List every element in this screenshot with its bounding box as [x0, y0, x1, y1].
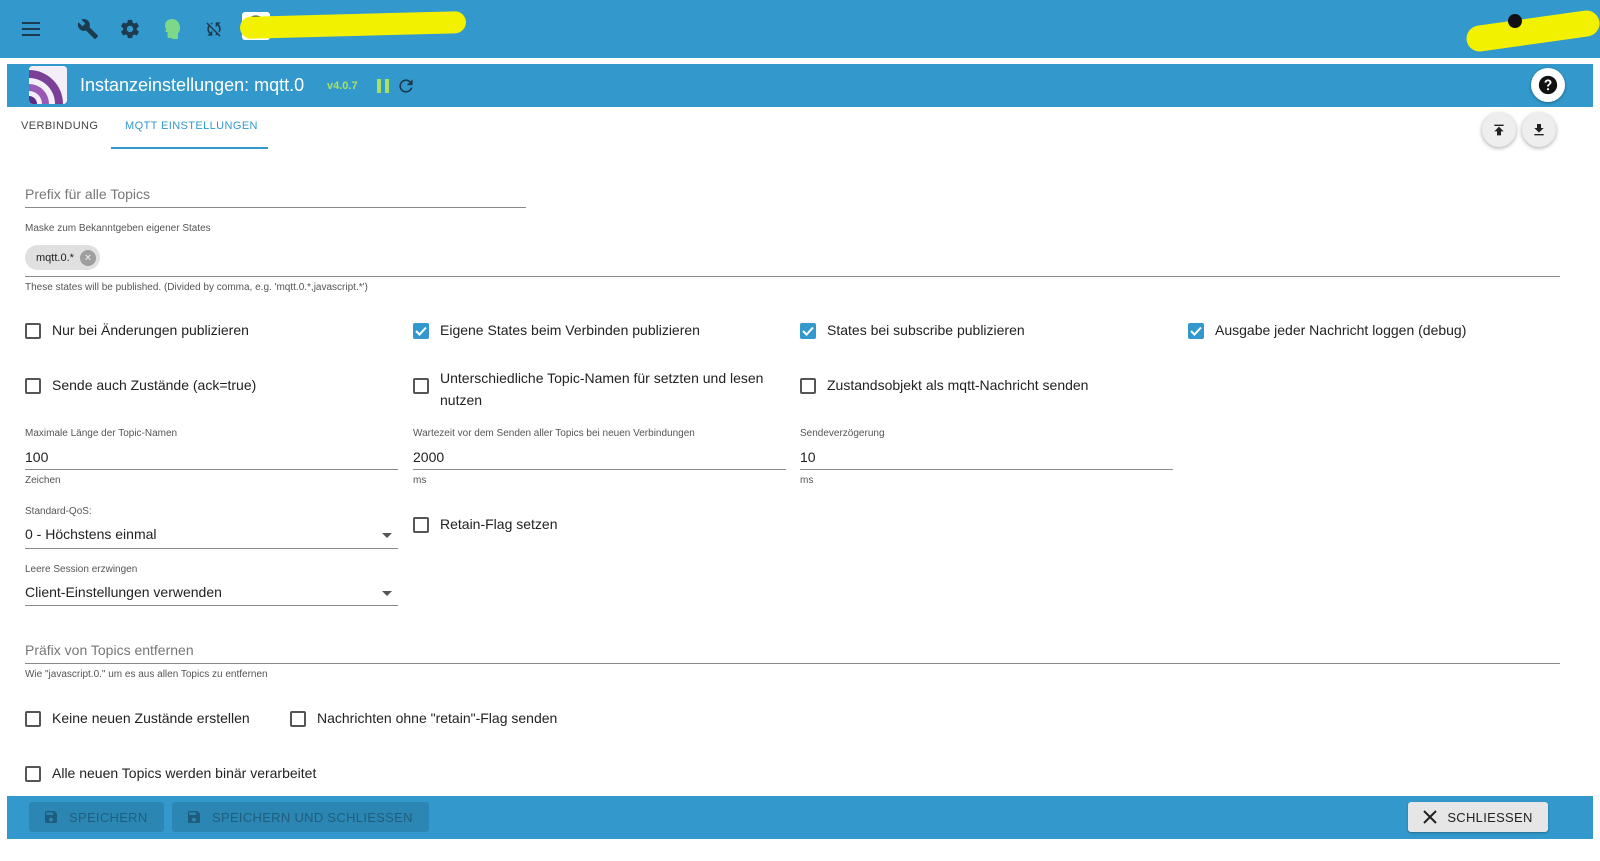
checkbox-box[interactable]: [25, 711, 41, 727]
expert-head-icon[interactable]: [159, 16, 185, 42]
max-length-underline: [25, 469, 398, 470]
instance-header: Instanzeinstellungen: mqtt.0 v4.0.7: [7, 64, 1593, 107]
wait-time-input[interactable]: 2000: [413, 449, 444, 465]
checkbox-box[interactable]: [25, 378, 41, 394]
chip-remove-icon[interactable]: ×: [79, 249, 96, 266]
checkbox-label: Unterschiedliche Topic-Namen für setzten…: [440, 370, 764, 408]
send-delay-underline: [800, 469, 1173, 470]
max-length-helper: Zeichen: [25, 475, 61, 486]
wait-time-label: Wartezeit vor dem Senden aller Topics be…: [413, 428, 695, 439]
download-settings-button[interactable]: [1522, 113, 1556, 147]
close-button-label: SCHLIESSEN: [1447, 809, 1533, 825]
checkbox-state-object-message[interactable]: Zustandsobjekt als mqtt-Nachricht senden: [800, 377, 1088, 396]
checkbox-box[interactable]: [25, 323, 41, 339]
save-icon: [43, 809, 59, 825]
save-and-close-label: SPEICHERN UND SCHLIESSEN: [212, 809, 413, 825]
wait-time-underline: [413, 469, 786, 470]
send-delay-input[interactable]: 10: [800, 449, 816, 465]
redaction-mark-right: [1464, 8, 1600, 54]
clean-session-value[interactable]: Client-Einstellungen verwenden: [25, 584, 222, 600]
checkbox-box-checked[interactable]: [413, 323, 429, 339]
checkbox-send-ack[interactable]: Sende auch Zustände (ack=true): [25, 377, 256, 396]
mask-underline: [25, 276, 1560, 277]
save-and-close-button[interactable]: SPEICHERN UND SCHLIESSEN: [172, 802, 429, 832]
upload-icon: [1494, 124, 1504, 136]
checkbox-label: Zustandsobjekt als mqtt-Nachricht senden: [827, 377, 1089, 393]
mask-chip-label: mqtt.0.*: [36, 251, 74, 264]
wait-time-helper: ms: [413, 475, 427, 486]
checkbox-no-new-states[interactable]: Keine neuen Zustände erstellen: [25, 710, 250, 729]
tab-active-indicator: [111, 147, 268, 149]
checkbox-label: States bei subscribe publizieren: [827, 322, 1025, 338]
prefix-underline: [25, 207, 526, 208]
checkbox-box[interactable]: [25, 766, 41, 782]
checkbox-label: Alle neuen Topics werden binär verarbeit…: [52, 765, 317, 781]
checkbox-binary-topics[interactable]: Alle neuen Topics werden binär verarbeit…: [25, 765, 316, 784]
avatar-icon[interactable]: [1508, 14, 1522, 28]
page-title: Instanzeinstellungen: mqtt.0: [80, 75, 305, 95]
chevron-down-icon[interactable]: [382, 533, 392, 538]
prefix-placeholder[interactable]: Prefix für alle Topics: [25, 186, 150, 202]
checkbox-only-changes[interactable]: Nur bei Änderungen publizieren: [25, 322, 249, 341]
close-icon: [1423, 810, 1438, 824]
max-length-label: Maximale Länge der Topic-Namen: [25, 428, 178, 439]
checkbox-box[interactable]: [413, 378, 429, 394]
chevron-down-icon[interactable]: [382, 591, 392, 596]
checkbox-label: Nachrichten ohne "retain"-Flag senden: [317, 710, 558, 726]
upload-settings-button[interactable]: [1482, 113, 1516, 147]
save-button-label: SPEICHERN: [69, 809, 148, 825]
menu-icon[interactable]: [19, 16, 45, 42]
checkbox-box[interactable]: [800, 378, 816, 394]
max-length-input[interactable]: 100: [25, 449, 48, 465]
help-icon: [1538, 75, 1558, 95]
mqtt-logo-icon: [29, 66, 67, 104]
checkbox-publish-own-states[interactable]: Eigene States beim Verbinden publizieren: [413, 322, 700, 341]
checkbox-box[interactable]: [413, 517, 429, 533]
mask-label: Maske zum Bekanntgeben eigener States: [25, 223, 211, 234]
remove-prefix-underline: [25, 663, 1560, 664]
mask-chip[interactable]: mqtt.0.* ×: [25, 245, 100, 270]
checkbox-retain-flag[interactable]: Retain-Flag setzen: [413, 516, 558, 535]
qos-value[interactable]: 0 - Höchstens einmal: [25, 526, 157, 542]
reload-icon[interactable]: [396, 76, 416, 101]
save-icon: [186, 809, 202, 825]
clean-session-label: Leere Session erzwingen: [25, 564, 138, 575]
version-label: v4.0.7: [327, 80, 358, 92]
clean-session-underline: [25, 605, 398, 606]
checkbox-debug-log[interactable]: Ausgabe jeder Nachricht loggen (debug): [1188, 322, 1466, 341]
checkbox-box-checked[interactable]: [1188, 323, 1204, 339]
close-button[interactable]: SCHLIESSEN: [1408, 802, 1548, 832]
remove-prefix-placeholder[interactable]: Präfix von Topics entfernen: [25, 642, 194, 658]
footer-bar: SPEICHERN SPEICHERN UND SCHLIESSEN SCHLI…: [7, 796, 1593, 839]
help-button[interactable]: [1531, 68, 1565, 102]
download-icon: [1534, 124, 1544, 136]
tab-mqtt-einstellungen[interactable]: MQTT EINSTELLUNGEN: [125, 120, 258, 132]
qos-underline: [25, 548, 398, 549]
checkbox-different-topic-names[interactable]: Unterschiedliche Topic-Namen für setzten…: [413, 370, 773, 411]
checkbox-label: Eigene States beim Verbinden publizieren: [440, 322, 700, 338]
remove-prefix-helper: Wie "javascript.0." um es aus allen Topi…: [25, 669, 268, 680]
send-delay-helper: ms: [800, 475, 814, 486]
redaction-mark-left: [239, 11, 467, 39]
wrench-icon[interactable]: [75, 16, 101, 42]
checkbox-publish-on-subscribe[interactable]: States bei subscribe publizieren: [800, 322, 1025, 341]
top-app-bar: [0, 0, 1600, 58]
qos-label: Standard-QoS:: [25, 506, 92, 517]
checkbox-box[interactable]: [290, 711, 306, 727]
pause-icon[interactable]: [376, 78, 390, 99]
send-delay-label: Sendeverzögerung: [800, 428, 885, 439]
mask-helper-text: These states will be published. (Divided…: [25, 282, 368, 293]
checkbox-label: Keine neuen Zustände erstellen: [52, 710, 250, 726]
save-button[interactable]: SPEICHERN: [29, 802, 164, 832]
checkbox-label: Sende auch Zustände (ack=true): [52, 377, 257, 393]
checkbox-label: Nur bei Änderungen publizieren: [52, 322, 249, 338]
checkbox-label: Retain-Flag setzen: [440, 516, 558, 532]
checkbox-label: Ausgabe jeder Nachricht loggen (debug): [1215, 322, 1467, 338]
tab-verbindung[interactable]: VERBINDUNG: [21, 120, 98, 132]
sync-icon[interactable]: [201, 16, 227, 42]
checkbox-no-retain-messages[interactable]: Nachrichten ohne "retain"-Flag senden: [290, 710, 557, 729]
settings-icon[interactable]: [117, 16, 143, 42]
checkbox-box-checked[interactable]: [800, 323, 816, 339]
